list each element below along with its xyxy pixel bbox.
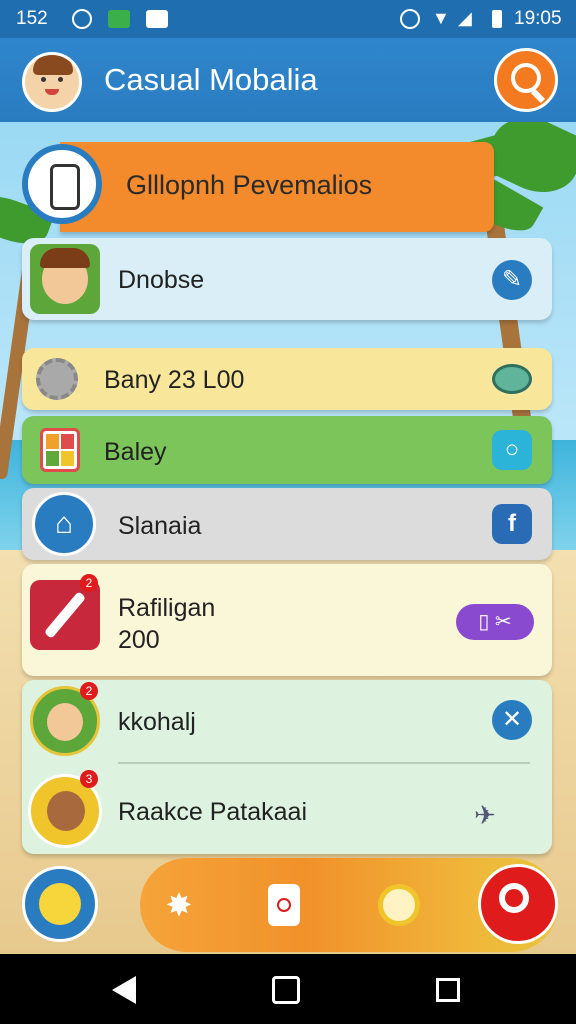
list-item-label: Baley [104, 438, 167, 466]
list-item-label: Raakce Patakaai [118, 798, 308, 826]
status-left-text: 152 [16, 8, 48, 29]
home-mascot-button[interactable] [22, 866, 98, 942]
status-time: 19:05 [514, 8, 562, 29]
status-bar: 152 ▼ ◢ 19:05 [0, 0, 576, 38]
battery-icon [492, 10, 502, 28]
list-item-label: kkohalj [118, 708, 196, 736]
list-item-2[interactable]: Bany 23 L00 [22, 348, 552, 410]
system-nav-bar [0, 954, 576, 1024]
search-icon [511, 63, 541, 93]
girl-avatar-thumb [30, 244, 100, 314]
featured-banner[interactable]: Glllopnh Pevemalios [60, 142, 494, 232]
app-notification-icon [108, 10, 130, 28]
home-icon[interactable] [272, 976, 300, 1004]
toggle-icon[interactable]: ▯ ✂ [456, 604, 534, 640]
pencil-icon[interactable]: ✎ [492, 260, 532, 300]
list-item-5[interactable]: 2 Rafiligan 200 ▯ ✂ [22, 564, 552, 676]
nav-sun-button[interactable] [378, 884, 420, 926]
close-icon[interactable]: ✕ [492, 700, 532, 740]
signal-icon: ◢ [458, 8, 472, 28]
search-icon[interactable]: ○ [492, 430, 532, 470]
list-item-6[interactable]: 2 kkohalj ✕ [22, 680, 552, 762]
profile-avatar[interactable] [22, 52, 82, 112]
list-item-label: Slanaia [118, 512, 202, 540]
recents-icon[interactable] [436, 978, 460, 1002]
alarm-icon [72, 9, 92, 29]
grid-icon [40, 428, 80, 472]
list-item-1[interactable]: Dnobse ✎ [22, 238, 552, 320]
list-item-7[interactable]: 3 Raakce Patakaai ✈ [22, 766, 552, 854]
list-item-label: Dnobse [118, 266, 205, 294]
list-item-3[interactable]: Baley ○ [22, 416, 552, 484]
clock-icon [400, 9, 420, 29]
banner-device-icon [22, 144, 102, 224]
app-bar: Casual Mobalia [0, 38, 576, 122]
search-icon [499, 883, 529, 913]
list-item-4[interactable]: ⌂ Slanaia f [22, 488, 552, 560]
nav-star-button[interactable]: ✸ [158, 884, 200, 926]
wifi-icon: ▼ [432, 8, 450, 28]
cat-face-icon [39, 883, 81, 925]
nav-search-button[interactable] [478, 864, 558, 944]
list-divider [118, 762, 530, 764]
gear-icon [36, 358, 78, 400]
notification-badge: 2 [80, 682, 98, 700]
back-icon[interactable] [112, 976, 136, 1004]
banner-title: Glllopnh Pevemalios [126, 170, 373, 200]
home-icon: ⌂ [32, 492, 96, 556]
message-icon [146, 10, 168, 28]
list-item-value: 200 [118, 626, 160, 654]
notification-badge: 2 [80, 574, 98, 592]
hat-icon[interactable] [492, 364, 532, 394]
list-item-label: Rafiligan [118, 594, 216, 622]
facebook-icon[interactable]: f [492, 504, 532, 544]
plane-icon[interactable]: ✈ [474, 800, 496, 831]
app-title: Casual Mobalia [104, 62, 318, 97]
notification-badge: 3 [80, 770, 98, 788]
list-item-label: Bany 23 L00 [104, 366, 245, 394]
nav-card-button[interactable] [268, 884, 300, 926]
search-button[interactable] [494, 48, 558, 112]
